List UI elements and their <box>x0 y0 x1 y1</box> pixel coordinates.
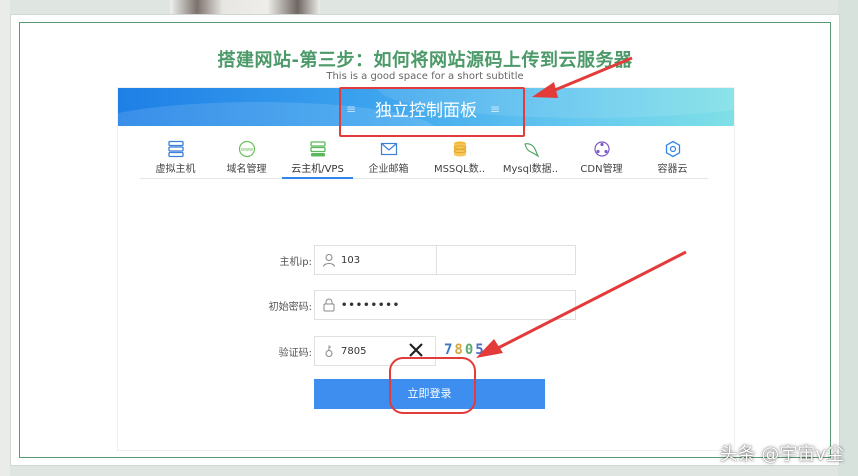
annotation-box-title <box>339 87 525 137</box>
nav-item-label: 企业邮箱 <box>368 164 409 175</box>
password-input[interactable] <box>341 296 541 314</box>
nav-item-mail[interactable]: 企业邮箱 <box>353 137 424 179</box>
background-strip-left <box>0 0 10 476</box>
nav-item-label: Mysql数据.. <box>502 164 559 175</box>
background-strip-right <box>838 0 858 476</box>
host-ip-label: 主机ip: <box>279 257 313 268</box>
nav-item-container[interactable]: 容器云 <box>637 137 708 179</box>
captcha-image[interactable]: 7805 <box>444 342 486 358</box>
host-ip-field-masked[interactable] <box>436 245 576 275</box>
watermark-text: 头条 @宇宙v尘 <box>719 444 844 465</box>
mail-icon <box>380 142 397 156</box>
annotation-box-login <box>389 357 476 414</box>
nav-item-mysql[interactable]: Mysql数据.. <box>495 137 566 179</box>
key-icon <box>325 345 333 357</box>
nav-item-label: 容器云 <box>657 164 688 175</box>
nav-item-mssql[interactable]: MSSQL数.. <box>424 137 495 179</box>
database-icon <box>453 141 466 157</box>
dolphin-icon <box>523 143 539 158</box>
host-ip-field[interactable] <box>314 245 438 275</box>
nav-item-cdn[interactable]: CDN管理 <box>566 137 637 179</box>
form-row-host-ip: 主机ip: <box>118 245 734 275</box>
nav-item-label: 云主机/VPS <box>291 164 344 175</box>
captcha-image-text: 7805 <box>444 342 486 358</box>
host-ip-input[interactable] <box>341 251 431 269</box>
container-icon <box>665 140 680 158</box>
slide-subtitle: This is a good space for a short subtitl… <box>326 71 524 82</box>
nav-item-label: MSSQL数.. <box>433 164 486 175</box>
password-field[interactable] <box>314 290 576 320</box>
password-label: 初始密码: <box>268 302 312 313</box>
cloud-server-icon <box>309 141 326 157</box>
captcha-input[interactable] <box>341 342 401 360</box>
form-row-password: 初始密码: <box>118 290 734 320</box>
slide-title: 搭建网站-第三步：如何将网站源码上传到云服务器 <box>217 50 633 71</box>
captcha-label: 验证码: <box>278 348 312 359</box>
cdn-icon <box>593 141 610 157</box>
nav-item-cloud-vps[interactable]: 云主机/VPS <box>282 137 353 179</box>
server-icon <box>167 140 184 158</box>
www-icon: www <box>238 140 255 158</box>
service-nav: 虚拟主机 www 域名管理 云主机/VPS 企业邮箱 MSSQL数.. Mysq… <box>140 137 708 179</box>
lock-icon <box>323 298 335 312</box>
nav-item-label: 域名管理 <box>226 164 267 175</box>
svg-text:www: www <box>240 147 252 153</box>
user-icon <box>323 254 335 267</box>
nav-item-virtual-host[interactable]: 虚拟主机 <box>140 137 211 179</box>
nav-item-label: 虚拟主机 <box>155 164 196 175</box>
nav-item-label: CDN管理 <box>580 164 623 175</box>
nav-item-domain[interactable]: www 域名管理 <box>211 137 282 179</box>
